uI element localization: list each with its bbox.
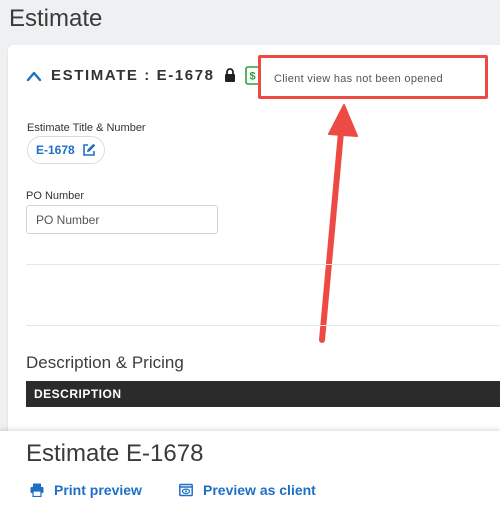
preview-icon (179, 483, 193, 497)
description-column-header: DESCRIPTION (26, 381, 500, 407)
title-label: Estimate Title & Number (27, 122, 146, 134)
divider (26, 325, 500, 326)
printer-icon (30, 483, 44, 497)
highlight-box (258, 55, 488, 99)
preview-as-client-label: Preview as client (203, 482, 316, 498)
section-title: Description & Pricing (26, 353, 184, 372)
page-title: Estimate (9, 5, 103, 32)
svg-text:$: $ (249, 71, 255, 83)
print-preview-label: Print preview (54, 482, 142, 498)
estimate-title-pill[interactable]: E-1678 (27, 136, 105, 164)
estimate-title: ESTIMATE : E-1678 (51, 67, 215, 84)
preview-as-client-link[interactable]: Preview as client (179, 482, 316, 498)
footer-panel: Estimate E-1678 Print preview Preview as… (0, 431, 500, 514)
po-number-input[interactable] (26, 205, 218, 234)
edit-icon[interactable] (82, 143, 96, 157)
divider (26, 264, 500, 265)
estimate-header: ESTIMATE : E-1678 $ (26, 66, 260, 85)
footer-title: Estimate E-1678 (26, 440, 204, 467)
po-label: PO Number (26, 190, 85, 202)
title-value: E-1678 (36, 143, 75, 157)
print-preview-link[interactable]: Print preview (30, 482, 142, 498)
lock-icon (224, 68, 235, 82)
chevron-up-icon[interactable] (26, 69, 42, 83)
